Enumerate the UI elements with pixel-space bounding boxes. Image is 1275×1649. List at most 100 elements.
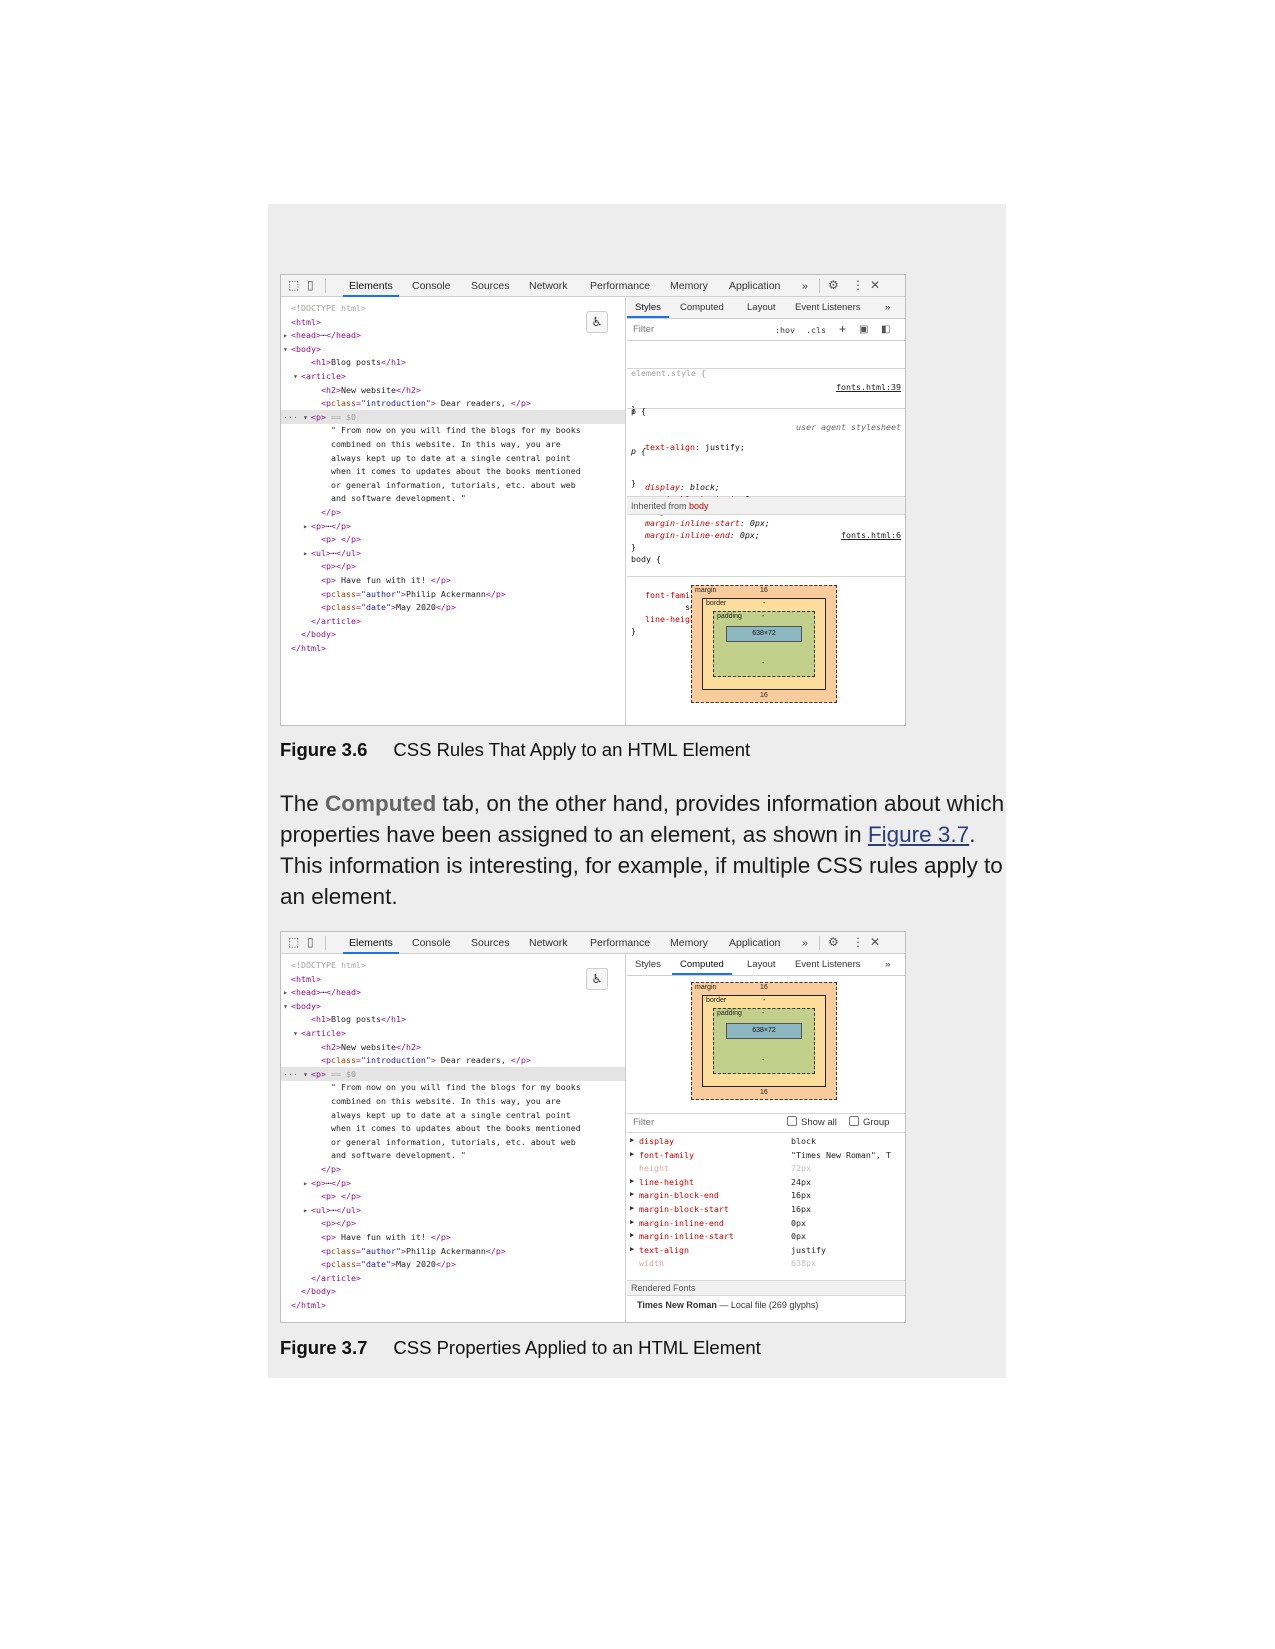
- dom-node-line[interactable]: always kept up to date at a single centr…: [281, 451, 625, 465]
- dom-node-line[interactable]: <!DOCTYPE html>: [281, 301, 625, 315]
- dom-node-line[interactable]: <h2>New website</h2>: [281, 383, 625, 397]
- computed-property-row[interactable]: ▶ margin-inline-end 0px: [627, 1218, 905, 1232]
- subtab-layout[interactable]: Layout: [747, 302, 776, 314]
- dom-node-line[interactable]: </body>: [281, 1284, 625, 1298]
- device-toolbar-icon[interactable]: ▯: [307, 935, 314, 949]
- tab-sources[interactable]: Sources: [471, 936, 510, 950]
- dom-node-line[interactable]: </article>: [281, 614, 625, 628]
- gear-icon[interactable]: ⚙: [828, 935, 839, 949]
- add-rule-button[interactable]: +: [839, 322, 846, 336]
- subtab-event-listeners[interactable]: Event Listeners: [795, 302, 860, 314]
- dom-node-line[interactable]: <p></p>: [281, 1216, 625, 1230]
- tab-network[interactable]: Network: [529, 936, 568, 950]
- dom-node-line[interactable]: </article>: [281, 1271, 625, 1285]
- rule-source-link[interactable]: fonts.html:39: [836, 381, 901, 393]
- dom-node-line[interactable]: ▸ <p>⋯</p>: [281, 1176, 625, 1190]
- dom-node-line[interactable]: <pclass="date">May 2020</p>: [281, 600, 625, 614]
- dom-node-line[interactable]: </body>: [281, 627, 625, 641]
- computed-property-row[interactable]: ▶ margin-inline-start 0px: [627, 1231, 905, 1245]
- dom-node-line[interactable]: " From now on you will find the blogs fo…: [281, 1080, 625, 1094]
- dom-node-line[interactable]: <p> </p>: [281, 532, 625, 546]
- computed-filter-input[interactable]: Filter: [633, 1114, 654, 1132]
- computed-property-row[interactable]: ▶ text-align justify: [627, 1245, 905, 1259]
- dom-node-line[interactable]: <p> Have fun with it! </p>: [281, 573, 625, 587]
- inspect-element-icon[interactable]: ⬚: [288, 278, 299, 292]
- subtab-styles[interactable]: Styles: [627, 302, 669, 318]
- dom-node-line[interactable]: when it comes to updates about the books…: [281, 1121, 625, 1135]
- dom-node-line[interactable]: " From now on you will find the blogs fo…: [281, 423, 625, 437]
- dom-node-line[interactable]: <pclass="date">May 2020</p>: [281, 1257, 625, 1271]
- dom-node-line[interactable]: <html>: [281, 972, 625, 986]
- dom-node-line[interactable]: or general information, tutorials, etc. …: [281, 1135, 625, 1149]
- tab-console[interactable]: Console: [412, 279, 451, 293]
- computed-property-row[interactable]: ▶ display block: [627, 1136, 905, 1150]
- computed-property-row[interactable]: ▶ margin-block-end 16px: [627, 1190, 905, 1204]
- gear-icon[interactable]: ⚙: [828, 278, 839, 292]
- dom-node-line[interactable]: and software development. ": [281, 1148, 625, 1162]
- dom-node-line[interactable]: <pclass="introduction"> Dear readers, </…: [281, 396, 625, 410]
- dom-node-line[interactable]: ▾ <article>: [281, 369, 625, 383]
- tab-elements[interactable]: Elements: [343, 936, 399, 954]
- dom-node-line[interactable]: <pclass="author">Philip Ackermann</p>: [281, 1244, 625, 1258]
- dom-node-line[interactable]: ▸ <head>⋯</head>: [281, 985, 625, 999]
- dom-node-line[interactable]: ··· ▾ <p> == $0: [281, 409, 625, 424]
- subtab-layout[interactable]: Layout: [747, 959, 776, 971]
- dom-node-line[interactable]: <pclass="author">Philip Ackermann</p>: [281, 587, 625, 601]
- tab-network[interactable]: Network: [529, 279, 568, 293]
- dom-node-line[interactable]: </html>: [281, 641, 625, 655]
- device-toolbar-icon[interactable]: ▯: [307, 278, 314, 292]
- paint-icon[interactable]: ▣: [859, 324, 868, 335]
- figure-link[interactable]: Figure 3.7: [868, 822, 969, 847]
- tab-memory[interactable]: Memory: [670, 936, 708, 950]
- computed-property-row[interactable]: width 638px: [627, 1258, 905, 1272]
- subtab-computed[interactable]: Computed: [680, 302, 724, 314]
- sidebar-toggle-icon[interactable]: ◧: [881, 324, 890, 335]
- subtab-event-listeners[interactable]: Event Listeners: [795, 959, 860, 971]
- close-icon[interactable]: ✕: [870, 278, 880, 292]
- more-subtabs-button[interactable]: »: [885, 302, 890, 314]
- tab-sources[interactable]: Sources: [471, 279, 510, 293]
- more-tabs-button[interactable]: »: [802, 279, 808, 293]
- tab-application[interactable]: Application: [729, 279, 780, 293]
- kebab-menu-icon[interactable]: ⋮: [852, 278, 864, 292]
- dom-node-line[interactable]: combined on this website. In this way, y…: [281, 1094, 625, 1108]
- dom-node-line[interactable]: <pclass="introduction"> Dear readers, </…: [281, 1053, 625, 1067]
- cls-toggle[interactable]: .cls: [806, 325, 826, 335]
- dom-node-line[interactable]: </html>: [281, 1298, 625, 1312]
- show-all-checkbox[interactable]: Show all: [787, 1114, 837, 1132]
- more-tabs-button[interactable]: »: [802, 936, 808, 950]
- tab-memory[interactable]: Memory: [670, 279, 708, 293]
- dom-node-line[interactable]: <h1>Blog posts</h1>: [281, 355, 625, 369]
- group-checkbox[interactable]: Group: [849, 1114, 889, 1132]
- dom-node-line[interactable]: <p> Have fun with it! </p>: [281, 1230, 625, 1244]
- computed-property-row[interactable]: height 72px: [627, 1163, 905, 1177]
- dom-node-line[interactable]: and software development. ": [281, 491, 625, 505]
- accessibility-icon[interactable]: ♿: [586, 968, 608, 990]
- tab-performance[interactable]: Performance: [590, 279, 650, 293]
- tab-application[interactable]: Application: [729, 936, 780, 950]
- dom-node-line[interactable]: ▸ <head>⋯</head>: [281, 328, 625, 342]
- dom-node-line[interactable]: ▸ <ul>⋯</ul>: [281, 1203, 625, 1217]
- tab-elements[interactable]: Elements: [343, 279, 399, 297]
- dom-node-line[interactable]: </p>: [281, 1162, 625, 1176]
- dom-node-line[interactable]: <p> </p>: [281, 1189, 625, 1203]
- dom-node-line[interactable]: ··· ▾ <p> == $0: [281, 1066, 625, 1081]
- hov-toggle[interactable]: :hov: [775, 325, 795, 335]
- more-subtabs-button[interactable]: »: [885, 959, 890, 971]
- subtab-styles[interactable]: Styles: [635, 959, 661, 971]
- body-rule-source-link[interactable]: fonts.html:6: [841, 529, 901, 541]
- dom-node-line[interactable]: <!DOCTYPE html>: [281, 958, 625, 972]
- tab-performance[interactable]: Performance: [590, 936, 650, 950]
- inspect-element-icon[interactable]: ⬚: [288, 935, 299, 949]
- dom-node-line[interactable]: <p></p>: [281, 559, 625, 573]
- computed-property-row[interactable]: ▶ font-family "Times New Roman", T: [627, 1150, 905, 1164]
- dom-node-line[interactable]: ▾ <article>: [281, 1026, 625, 1040]
- accessibility-icon[interactable]: ♿: [586, 311, 608, 333]
- dom-node-line[interactable]: <h2>New website</h2>: [281, 1040, 625, 1054]
- close-icon[interactable]: ✕: [870, 935, 880, 949]
- dom-node-line[interactable]: when it comes to updates about the books…: [281, 464, 625, 478]
- dom-node-line[interactable]: ▸ <ul>⋯</ul>: [281, 546, 625, 560]
- computed-property-row[interactable]: ▶ margin-block-start 16px: [627, 1204, 905, 1218]
- subtab-computed[interactable]: Computed: [672, 959, 732, 975]
- styles-filter-input[interactable]: Filter: [633, 324, 654, 335]
